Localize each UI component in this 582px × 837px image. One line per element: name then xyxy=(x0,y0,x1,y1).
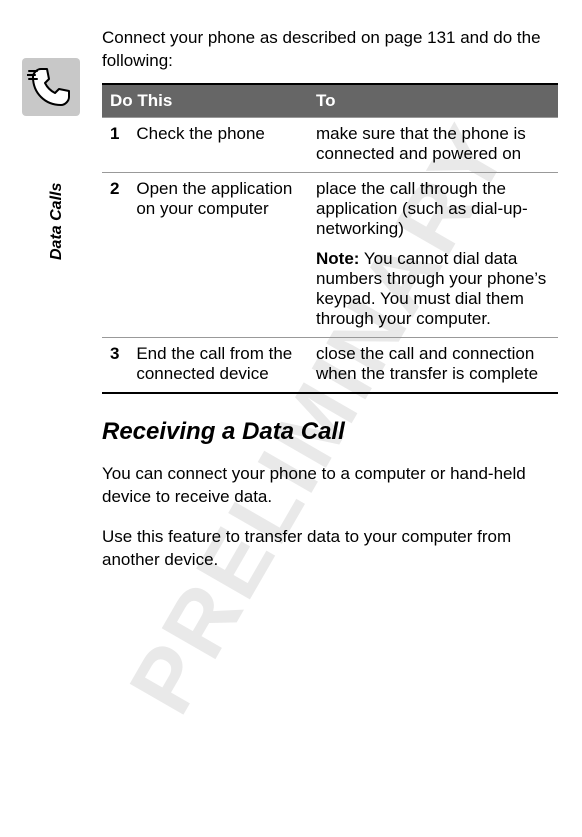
header-to: To xyxy=(308,84,558,118)
intro-text: Connect your phone as described on page … xyxy=(102,27,558,73)
table-row: 1 Check the phone make sure that the pho… xyxy=(102,117,558,172)
table-header-row: Do This To xyxy=(102,84,558,118)
sidebar xyxy=(22,58,82,116)
table-row: 3 End the call from the connected device… xyxy=(102,337,558,393)
step-note: Note: You cannot dial data numbers throu… xyxy=(316,249,550,329)
section-heading: Receiving a Data Call xyxy=(102,418,558,446)
side-section-label: Data Calls xyxy=(48,183,66,260)
table-row: 2 Open the application on your computer … xyxy=(102,172,558,337)
step-action: Open the application on your computer xyxy=(132,172,308,337)
paragraph: You can connect your phone to a computer… xyxy=(102,463,558,509)
header-do-this: Do This xyxy=(102,84,308,118)
step-action: End the call from the connected device xyxy=(132,337,308,393)
step-number: 2 xyxy=(102,172,132,337)
note-label: Note: xyxy=(316,249,359,268)
step-result: place the call through the application (… xyxy=(308,172,558,337)
main-column: Connect your phone as described on page … xyxy=(102,10,558,584)
step-result: make sure that the phone is connected an… xyxy=(308,117,558,172)
step-result-text: place the call through the application (… xyxy=(316,179,528,238)
steps-table: Do This To 1 Check the phone make sure t… xyxy=(102,83,558,394)
phone-icon xyxy=(22,58,80,116)
step-number: 1 xyxy=(102,117,132,172)
step-result: close the call and connection when the t… xyxy=(308,337,558,393)
paragraph: Use this feature to transfer data to you… xyxy=(102,526,558,572)
step-number: 3 xyxy=(102,337,132,393)
manual-page: PRELIMINARY Data Calls Connect your phon… xyxy=(0,0,582,837)
step-action: Check the phone xyxy=(132,117,308,172)
